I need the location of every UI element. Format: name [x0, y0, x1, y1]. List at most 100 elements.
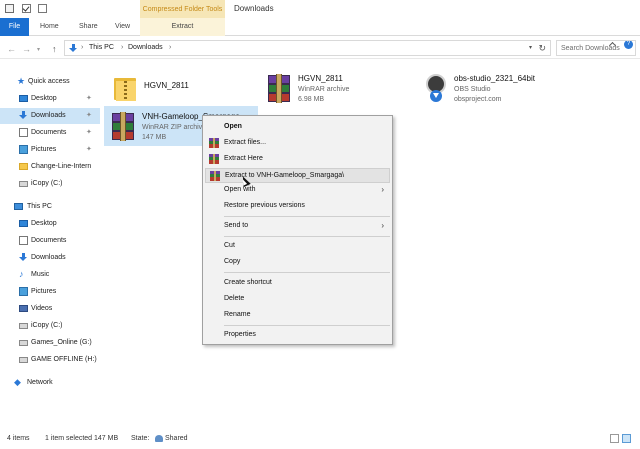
network-icon: ◆ — [14, 377, 21, 387]
menu-separator — [224, 325, 390, 326]
menu-item-extract-here[interactable]: Extract Here — [205, 152, 390, 167]
tab-share[interactable]: Share — [79, 18, 98, 36]
nav-item-desktop[interactable]: Desktop — [0, 216, 100, 232]
nav-item-pictures[interactable]: Pictures ✦ — [0, 142, 100, 158]
nav-item-downloads[interactable]: Downloads ✦ — [0, 108, 100, 124]
file-item[interactable]: HGVN_2811 WinRAR archive 6.98 MB — [260, 68, 410, 108]
nav-item-icopy-c[interactable]: iCopy (C:) — [0, 318, 100, 334]
menu-item-copy[interactable]: Copy — [205, 255, 390, 270]
nav-item-game-offline-h[interactable]: GAME OFFLINE (H:) — [0, 352, 100, 368]
menu-item-restore-previous-versions[interactable]: Restore previous versions — [205, 199, 390, 214]
file-type: OBS Studio — [454, 86, 491, 93]
menu-item-create-shortcut[interactable]: Create shortcut — [205, 276, 390, 291]
nav-this-pc[interactable]: This PC — [0, 199, 100, 215]
drive-icon — [19, 357, 28, 363]
nav-item-desktop[interactable]: Desktop ✦ — [0, 91, 100, 107]
nav-item-label: Network — [27, 379, 53, 386]
address-row: ← → ▾ ↑ › This PC › Downloads › ▾ ↻ Sear… — [0, 37, 640, 59]
status-item-count: 4 items — [7, 435, 30, 442]
downloads-icon — [19, 111, 28, 120]
pin-icon[interactable]: ✦ — [86, 145, 92, 153]
pictures-icon — [19, 145, 28, 154]
tab-extract[interactable]: Extract — [140, 18, 225, 36]
videos-icon — [19, 305, 28, 312]
address-bar[interactable]: › This PC › Downloads › ▾ ↻ — [64, 40, 551, 56]
menu-item-label: Delete — [224, 295, 245, 302]
winrar-icon — [209, 154, 219, 164]
nav-item-label: Downloads — [31, 254, 66, 261]
save-icon[interactable] — [5, 4, 14, 13]
up-icon[interactable]: ↑ — [52, 44, 57, 54]
menu-item-label: Restore previous versions — [224, 202, 305, 209]
tab-home[interactable]: Home — [40, 18, 59, 36]
winrar-icon — [210, 171, 220, 181]
file-name: HGVN_2811 — [298, 74, 343, 83]
pc-icon — [14, 203, 23, 210]
pin-icon[interactable]: ✦ — [86, 128, 92, 136]
menu-item-open-with[interactable]: Open with › — [205, 183, 390, 198]
file-name: obs-studio_2321_64bit — [454, 74, 535, 83]
chevron-right-icon: › — [381, 221, 384, 230]
details-view-icon[interactable] — [610, 434, 619, 443]
star-icon: ★ — [17, 76, 26, 86]
context-menu: Open Extract files... Extract Here Extra… — [202, 115, 393, 345]
file-size: 147 MB — [142, 134, 167, 141]
menu-item-extract-to[interactable]: Extract to VNH-Gameloop_Smargaga\ — [205, 168, 390, 183]
breadcrumb-downloads[interactable]: Downloads — [128, 44, 163, 51]
menu-item-delete[interactable]: Delete — [205, 292, 390, 307]
nav-item-change-line-intern[interactable]: Change-Line-Intern — [0, 159, 100, 175]
search-input[interactable]: Search Downloads — [556, 40, 636, 56]
nav-item-music[interactable]: ♪ Music — [0, 267, 100, 283]
chevron-right-icon: › — [169, 44, 172, 51]
desktop-icon — [19, 95, 28, 102]
new-folder-icon[interactable] — [38, 4, 47, 13]
file-item[interactable]: obs-studio_2321_64bit OBS Studio obsproj… — [416, 68, 576, 108]
tab-file[interactable]: File — [0, 18, 29, 36]
nav-item-downloads[interactable]: Downloads — [0, 250, 100, 266]
menu-item-open[interactable]: Open — [205, 120, 390, 135]
navigation-pane: ★ Quick access Desktop ✦ Downloads ✦ Doc… — [0, 60, 100, 426]
nav-item-label: Quick access — [28, 78, 70, 85]
chevron-down-icon[interactable]: ▾ — [529, 44, 532, 51]
nav-item-videos[interactable]: Videos — [0, 301, 100, 317]
nav-item-label: Downloads — [31, 112, 66, 119]
nav-item-label: This PC — [27, 203, 52, 210]
back-icon[interactable]: ← — [7, 44, 16, 54]
tab-view[interactable]: View — [115, 18, 130, 36]
downloads-icon — [69, 44, 78, 53]
nav-item-pictures[interactable]: Pictures — [0, 284, 100, 300]
pictures-icon — [19, 287, 28, 296]
breadcrumb-this-pc[interactable]: This PC — [89, 44, 114, 51]
chevron-right-icon: › — [381, 185, 384, 194]
zip-folder-icon — [112, 72, 138, 102]
drive-icon — [19, 340, 28, 346]
desktop-icon — [19, 220, 28, 227]
winrar-icon — [110, 110, 136, 141]
nav-item-documents[interactable]: Documents — [0, 233, 100, 249]
menu-item-properties[interactable]: Properties — [205, 328, 390, 343]
pin-icon[interactable]: ✦ — [86, 94, 92, 102]
nav-item-documents[interactable]: Documents ✦ — [0, 125, 100, 141]
refresh-icon[interactable]: ↻ — [538, 43, 546, 54]
menu-item-rename[interactable]: Rename — [205, 308, 390, 323]
tiles-view-icon[interactable] — [622, 434, 631, 443]
nav-item-label: Change-Line-Intern — [31, 163, 92, 170]
file-item[interactable]: HGVN_2811 — [106, 68, 256, 108]
winrar-icon — [266, 72, 292, 103]
nav-quick-access[interactable]: ★ Quick access — [0, 74, 100, 90]
nav-item-icopy-c[interactable]: iCopy (C:) — [0, 176, 100, 192]
shared-icon — [155, 435, 163, 442]
nav-network[interactable]: ◆ Network — [0, 375, 100, 391]
recent-locations-icon[interactable]: ▾ — [37, 46, 40, 53]
nav-item-label: Music — [31, 271, 50, 278]
menu-separator — [224, 216, 390, 217]
menu-item-cut[interactable]: Cut — [205, 239, 390, 254]
view-toggle — [610, 434, 634, 444]
menu-item-send-to[interactable]: Send to › — [205, 219, 390, 234]
nav-item-games-online-g[interactable]: Games_Online (G:) — [0, 335, 100, 351]
menu-item-label: Extract files... — [224, 139, 267, 146]
nav-item-label: Documents — [31, 129, 67, 136]
menu-item-extract-files[interactable]: Extract files... — [205, 136, 390, 151]
pin-icon[interactable]: ✦ — [86, 111, 92, 119]
forward-icon[interactable]: → — [22, 44, 31, 54]
